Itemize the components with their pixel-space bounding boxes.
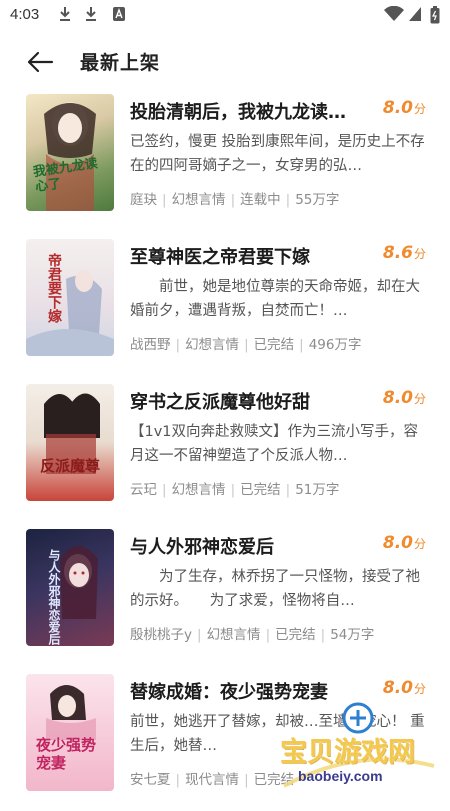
cover-text: 夜少强势宠妻: [36, 736, 97, 772]
download-icon: [84, 6, 98, 26]
book-category: 幻想言情: [185, 337, 240, 353]
cover-text: 帝君要下嫁: [46, 253, 62, 323]
book-status: 已完结: [253, 337, 295, 353]
book-author: 安七夏: [130, 772, 171, 788]
book-description: 前世，她是地位尊崇的天命帝姬，却在大婚前夕，遭遇背叛，自焚而亡！…: [130, 279, 420, 319]
book-words: 496万字: [308, 337, 362, 353]
book-meta: 安七夏 | 现代言情 | 已完结: [130, 772, 295, 788]
book-title[interactable]: 穿书之反派魔尊他好甜: [130, 388, 370, 414]
book-cover[interactable]: 我被九龙读心了: [26, 94, 114, 211]
book-score: 8.0分: [382, 678, 426, 698]
signal-icon: [408, 6, 422, 26]
book-author: 殷桃桃子y: [130, 627, 192, 643]
book-words: 55万字: [295, 192, 340, 208]
cover-text: 反派魔尊: [40, 457, 101, 475]
book-cover[interactable]: 帝君要下嫁: [26, 239, 114, 356]
font-icon: [112, 6, 126, 26]
book-author: 战西野: [130, 337, 171, 353]
book-meta: 战西野 | 幻想言情 | 已完结 | 496万字: [130, 337, 362, 353]
book-title[interactable]: 至尊神医之帝君要下嫁: [130, 243, 370, 269]
status-time: 4:03: [10, 6, 40, 23]
watermark-url: baobeiy.com: [298, 768, 383, 784]
watermark-text: 宝贝游戏网: [280, 737, 415, 768]
status-bar: 4:03: [0, 0, 450, 30]
arrow-left-icon[interactable]: [26, 50, 54, 74]
book-item[interactable]: 帝君要下嫁 至尊神医之帝君要下嫁 8.6分 前世，她是地位尊崇的天命帝姬，却在大…: [0, 231, 450, 376]
book-category: 现代言情: [185, 772, 240, 788]
page-title: 最新上架: [80, 52, 161, 74]
book-score: 8.0分: [382, 388, 426, 408]
book-cover[interactable]: 夜少强势宠妻: [26, 674, 114, 791]
header: 最新上架: [0, 38, 450, 86]
book-author: 庭玦: [130, 192, 157, 208]
book-score: 8.6分: [382, 243, 426, 263]
book-meta: 云玘 | 幻想言情 | 已完结 | 51万字: [130, 482, 340, 498]
book-status: 连载中: [240, 192, 281, 208]
book-words: 54万字: [330, 627, 375, 643]
wifi-icon: [384, 5, 404, 26]
book-words: 51万字: [295, 482, 340, 498]
book-category: 幻想言情: [206, 627, 261, 643]
book-status: 已完结: [240, 482, 281, 498]
book-cover[interactable]: 反派魔尊: [26, 384, 114, 501]
book-description: 已签约，慢更 投胎到康熙年间，是历史上不存在的四阿哥嫡子之一，女穿男的弘…: [130, 134, 425, 174]
book-meta: 殷桃桃子y | 幻想言情 | 已完结 | 54万字: [130, 627, 375, 643]
book-item[interactable]: 我被九龙读心了 投胎清朝后，我被九龙读… 8.0分 已签约，慢更 投胎到康熙年间…: [0, 86, 450, 231]
book-status: 已完结: [275, 627, 316, 643]
book-category: 幻想言情: [171, 482, 226, 498]
book-item[interactable]: 反派魔尊 穿书之反派魔尊他好甜 8.0分 【1v1双向奔赴救赎文】作为三流小写手…: [0, 376, 450, 521]
cover-text: 与人外邪神恋爱后: [47, 549, 61, 645]
download-icon: [58, 6, 72, 26]
book-title[interactable]: 与人外邪神恋爱后: [130, 533, 370, 559]
book-score: 8.0分: [382, 98, 426, 118]
book-meta: 庭玦 | 幻想言情 | 连载中 | 55万字: [130, 192, 340, 208]
book-title[interactable]: 投胎清朝后，我被九龙读…: [130, 98, 370, 124]
watermark-logo: 宝贝游戏网 baobeiy.com: [278, 700, 438, 796]
book-category: 幻想言情: [171, 192, 226, 208]
battery-icon: [430, 6, 440, 28]
book-description: 【1v1双向奔赴救赎文】作为三流小写手，容月这一不留神塑造了个反派人物…: [130, 424, 419, 464]
book-item[interactable]: 与人外邪神恋爱后 与人外邪神恋爱后 8.0分 为了生存，林乔拐了一只怪物，接受了…: [0, 521, 450, 666]
book-cover[interactable]: 与人外邪神恋爱后: [26, 529, 114, 646]
book-author: 云玘: [130, 482, 157, 498]
book-score: 8.0分: [382, 533, 426, 553]
book-description: 为了生存，林乔拐了一只怪物，接受了祂的示好。 为了求爱，怪物将自…: [130, 569, 420, 609]
